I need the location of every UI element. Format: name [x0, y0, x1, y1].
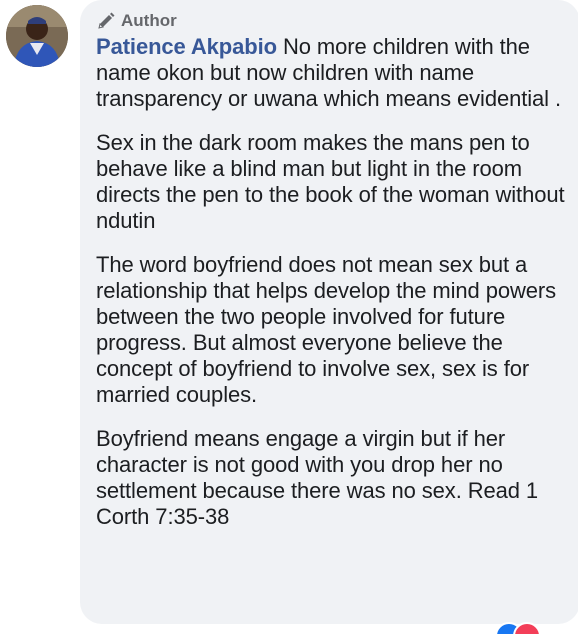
commenter-name-link[interactable]: Patience Akpabio	[96, 34, 277, 59]
comment-paragraph-3: The word boyfriend does not mean sex but…	[96, 252, 557, 407]
comment-paragraph-1: Patience Akpabio No more children with t…	[96, 34, 570, 112]
avatar-image	[6, 5, 68, 67]
pen-icon	[96, 11, 116, 31]
author-badge: Author	[96, 10, 570, 32]
commenter-avatar[interactable]	[6, 5, 68, 67]
comment-bubble: Author Patience Akpabio No more children…	[80, 0, 578, 624]
comment-paragraph-4: Boyfriend means engage a virgin but if h…	[96, 426, 539, 529]
reaction-summary[interactable]	[495, 622, 555, 634]
comment-paragraph-2: Sex in the dark room makes the mans pen …	[96, 130, 565, 233]
author-badge-label: Author	[121, 11, 177, 30]
